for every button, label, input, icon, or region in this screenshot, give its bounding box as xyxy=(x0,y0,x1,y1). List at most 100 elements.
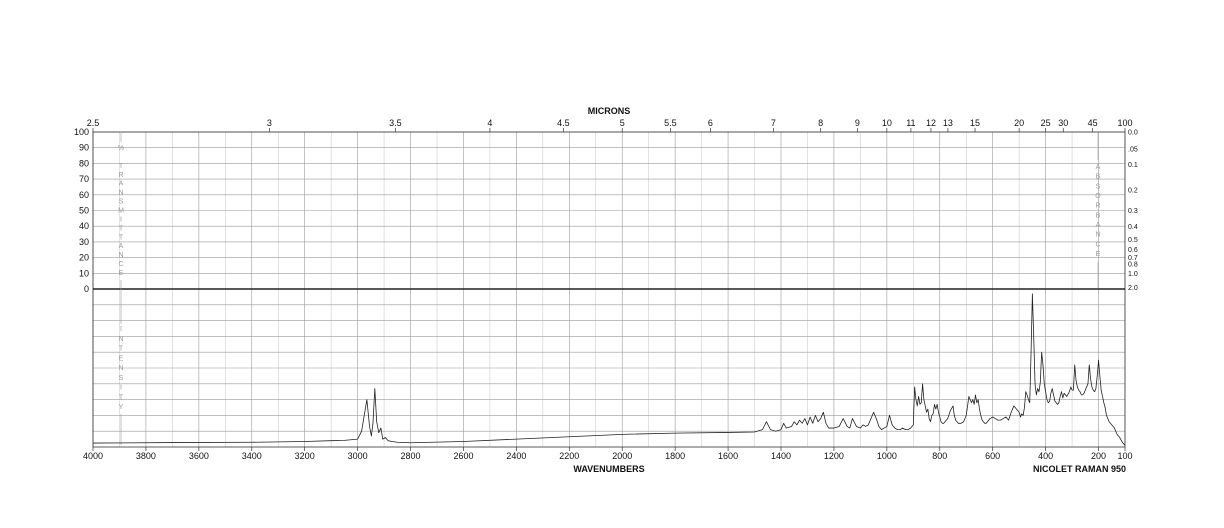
transmittance-label-letter: S xyxy=(119,199,124,206)
intensity-label-letter: N xyxy=(118,365,123,372)
x-axis-label: WAVENUMBERS xyxy=(573,464,644,474)
x-tick-label: 1200 xyxy=(824,451,844,461)
absorbance-tick-label: 0.5 xyxy=(1128,237,1138,244)
x-tick-label: 2400 xyxy=(506,451,526,461)
micron-tick-label: 100 xyxy=(1117,118,1132,128)
micron-tick-label: 7 xyxy=(771,118,776,128)
x-tick-label: 2200 xyxy=(559,451,579,461)
absorbance-label-letter: B xyxy=(1096,212,1101,219)
x-tick-label: 1400 xyxy=(771,451,791,461)
transmittance-label-letter: E xyxy=(119,270,124,277)
intensity-label-letter: N xyxy=(118,336,123,343)
y-tick-label: 70 xyxy=(79,174,89,184)
micron-tick-label: 20 xyxy=(1014,118,1024,128)
micron-tick-label: 8 xyxy=(818,118,823,128)
micron-tick-label: 4.5 xyxy=(557,118,570,128)
micron-tick-label: 25 xyxy=(1041,118,1051,128)
absorbance-label-letter: E xyxy=(1096,251,1101,258)
absorbance-label-letter: N xyxy=(1095,232,1100,239)
y-tick-label: 90 xyxy=(79,143,89,153)
instrument-label: NICOLET RAMAN 950 xyxy=(1033,464,1126,474)
intensity-label-letter: E xyxy=(119,355,124,362)
micron-tick-label: 5.5 xyxy=(664,118,677,128)
x-tick-label: 2800 xyxy=(401,451,421,461)
intensity-label-letter: T xyxy=(119,394,124,401)
absorbance-axis: 0.0.050.10.20.30.40.50.60.70.81.02.0 xyxy=(1128,130,1138,292)
transmittance-label-letter: T xyxy=(119,225,124,232)
absorbance-label-letter: A xyxy=(1096,222,1101,229)
micron-tick-label: 9 xyxy=(855,118,860,128)
transmittance-label-letter: I xyxy=(120,216,122,223)
absorbance-label-letter: S xyxy=(1096,183,1101,190)
micron-tick-label: 3 xyxy=(267,118,272,128)
micron-tick-label: 15 xyxy=(970,118,980,128)
x-tick-label: 3800 xyxy=(136,451,156,461)
intensity-label-letter: I xyxy=(120,385,122,392)
intensity-label-letter: Y xyxy=(119,404,124,411)
transmittance-label-letter: A xyxy=(119,181,124,188)
absorbance-label-letter: A xyxy=(1096,164,1101,171)
absorbance-tick-label: 0.2 xyxy=(1128,187,1138,194)
spectrum-line xyxy=(92,293,1126,446)
micron-tick-label: 45 xyxy=(1088,118,1098,128)
absorbance-label-letter: O xyxy=(1095,193,1101,200)
y-tick-label: 50 xyxy=(79,206,89,216)
micron-tick-label: 3.5 xyxy=(389,118,402,128)
micron-tick-label: 11 xyxy=(906,118,915,128)
transmittance-label-letter: T xyxy=(119,163,124,170)
x-tick-label: 1800 xyxy=(665,451,685,461)
absorbance-label-letter: B xyxy=(1096,174,1101,181)
transmittance-label-letter: R xyxy=(118,172,123,179)
x-tick-label: 2000 xyxy=(612,451,632,461)
x-tick-label: 100 xyxy=(1117,451,1132,461)
absorbance-label-letter: R xyxy=(1095,203,1100,210)
absorbance-tick-label: 0.4 xyxy=(1128,224,1138,231)
micron-tick-label: 4 xyxy=(487,118,492,128)
y-tick-label: 10 xyxy=(79,268,89,278)
x-tick-label: 800 xyxy=(932,451,947,461)
chart-title: MICRONS xyxy=(588,106,631,116)
x-tick-label: 2600 xyxy=(453,451,473,461)
transmittance-label-letter: N xyxy=(118,190,123,197)
micron-tick-label: 10 xyxy=(882,118,892,128)
transmittance-label-letter: N xyxy=(118,252,123,259)
absorbance-tick-label: .05 xyxy=(1128,147,1138,154)
absorbance-tick-label: 1.0 xyxy=(1128,271,1138,278)
micron-tick-label: 12 xyxy=(926,118,936,128)
wavenumber-axis: 4000 3800 3600 3400 3200 3000 2800 2600 2400 2200… xyxy=(83,447,1133,461)
absorbance-tick-label: 0.8 xyxy=(1128,262,1138,269)
y-tick-label: 80 xyxy=(79,158,89,168)
micron-tick-label: 6 xyxy=(708,118,713,128)
transmittance-axis: 1009080706050403020100 xyxy=(74,127,89,294)
micron-tick-label: 13 xyxy=(943,118,953,128)
x-tick-label: 3000 xyxy=(348,451,368,461)
x-tick-label: 200 xyxy=(1091,451,1106,461)
transmittance-label-letter: A xyxy=(119,243,124,250)
x-tick-label: 600 xyxy=(985,451,1000,461)
raman-spectrum-chart: 2.5 3 3.5 4 4.5 5 5.5 6 7 8 9 10 11 12 13 15 20 25 30 45 100… xyxy=(74,106,1138,474)
y-tick-label: 60 xyxy=(79,190,89,200)
absorbance-label-letter: C xyxy=(1095,241,1100,248)
x-tick-label: 3400 xyxy=(242,451,262,461)
transmittance-label-letter: C xyxy=(118,261,123,268)
absorbance-tick-label: 2.0 xyxy=(1128,285,1138,292)
absorbance-tick-label: 0.3 xyxy=(1128,208,1138,215)
y-tick-label: 30 xyxy=(79,237,89,247)
transmittance-label-letter: % xyxy=(118,145,124,152)
x-tick-label: 3600 xyxy=(189,451,209,461)
x-tick-label: 400 xyxy=(1038,451,1053,461)
micron-axis: 2.5 3 3.5 4 4.5 5 5.5 6 7 8 9 10 11 12 13 15 20 25 30 45 100 xyxy=(87,118,1133,132)
y-tick-label: 40 xyxy=(79,221,89,231)
y-tick-label: 20 xyxy=(79,253,89,263)
micron-tick-label: 30 xyxy=(1058,118,1068,128)
y-tick-label: 100 xyxy=(74,127,89,137)
intensity-label-letter: S xyxy=(119,375,124,382)
absorbance-tick-label: 0.1 xyxy=(1128,162,1138,169)
intensity-label-letter: I xyxy=(120,326,122,333)
x-tick-label: 4000 xyxy=(83,451,103,461)
spectrum-series xyxy=(92,293,1126,446)
transmittance-label-letter: T xyxy=(119,234,124,241)
transmittance-label-letter: M xyxy=(118,208,124,215)
absorbance-tick-label: 0.0 xyxy=(1128,130,1138,137)
absorbance-tick-label: 0.6 xyxy=(1128,247,1138,254)
